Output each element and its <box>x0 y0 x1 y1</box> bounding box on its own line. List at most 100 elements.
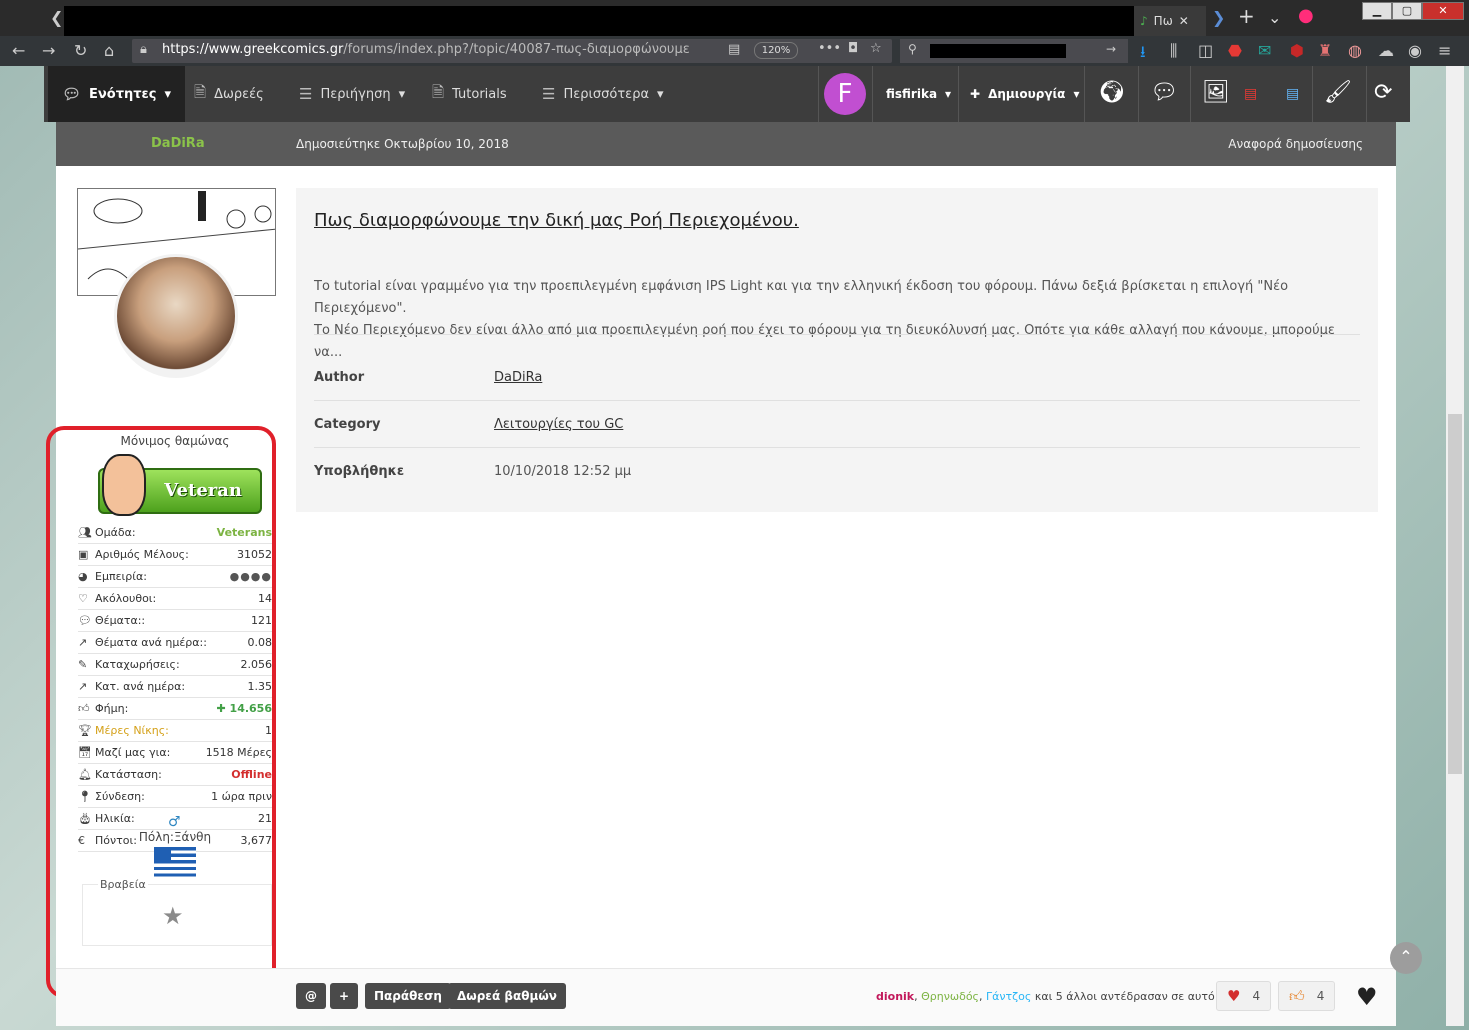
search-box[interactable]: ⚲ → <box>900 39 1128 63</box>
nav-donations[interactable]: 🗎 Δωρεές <box>194 66 264 122</box>
pie-chart-icon: ◕ <box>78 570 88 583</box>
bookmark-star-icon[interactable]: ☆ <box>870 41 882 56</box>
stat-value: 31052 <box>237 548 272 561</box>
library-icon[interactable]: ⫼ <box>1170 41 1177 61</box>
url-path: /forums/index.php?/topic/40087-πως-διαμο… <box>343 42 690 57</box>
stat-label: Φήμη: <box>95 702 129 715</box>
stat-value: 0.08 <box>247 636 273 649</box>
thumb-reaction-count[interactable]: 👍︎ 4 <box>1278 981 1336 1011</box>
post-author-link[interactable]: DaDiRa <box>151 136 205 151</box>
adblock-icon[interactable]: ⬣ <box>1228 41 1242 60</box>
stat-value[interactable]: Veterans <box>217 526 272 539</box>
mention-button[interactable]: @ <box>296 983 326 1009</box>
stat-label: Θέματα ανά ημέρα:: <box>95 636 207 649</box>
quote-button[interactable]: Παράθεση <box>365 983 451 1009</box>
reactor-link[interactable]: Θρηνωδός <box>921 990 979 1003</box>
close-tab-icon[interactable]: ✕ <box>1179 14 1189 28</box>
nav-tutorials[interactable]: 🗎 Tutorials <box>432 66 507 122</box>
greek-flag-icon[interactable]: ▤ <box>1286 86 1299 102</box>
divider <box>1138 66 1139 122</box>
post-date: Δημοσιεύτηκε Οκτωβρίου 10, 2018 <box>296 137 509 151</box>
nav-more[interactable]: ☰ Περισσότερα ▾ <box>542 66 664 122</box>
tab-scroll-right-icon[interactable]: ❯ <box>1212 8 1225 27</box>
create-menu[interactable]: ✚ Δημιουργία ▾ <box>970 66 1079 122</box>
lock-icon: 🔒︎ <box>140 42 147 57</box>
pocket-icon[interactable]: ◘ <box>848 41 858 56</box>
react-heart-icon[interactable]: ♥ <box>1356 983 1378 1011</box>
tab-list-icon[interactable]: ⌄ <box>1268 8 1281 27</box>
menu-icon[interactable]: ≡ <box>1438 41 1451 60</box>
page-scrollbar[interactable] <box>1446 66 1464 1026</box>
caret-down-icon: ▾ <box>164 86 172 102</box>
meta-author-link[interactable]: DaDiRa <box>494 370 542 385</box>
cloud-icon[interactable]: ☁ <box>1378 41 1394 60</box>
divider <box>872 66 873 122</box>
nav-sections[interactable]: 💬︎ Ενότητες ▾ <box>48 66 186 122</box>
user-avatar[interactable]: F <box>824 73 866 115</box>
reactor-link[interactable]: Γάντζος <box>986 990 1031 1003</box>
globe-icon[interactable]: 🌍︎ <box>1098 80 1126 105</box>
multiquote-button[interactable]: + <box>330 983 359 1009</box>
maximize-button[interactable]: ▢ <box>1392 2 1422 20</box>
extension-icon[interactable]: ♜ <box>1318 41 1332 60</box>
url-bar[interactable]: 🔒︎ https://www.greekcomics.gr/forums/ind… <box>132 39 892 63</box>
download-icon[interactable]: ⭳ <box>1140 41 1146 68</box>
donate-points-button[interactable]: Δωρεά βαθμών <box>448 983 566 1009</box>
account-icon[interactable]: ◉ <box>1408 41 1422 60</box>
reload-icon[interactable]: ↻ <box>74 41 87 60</box>
sidebar-icon[interactable]: ◫ <box>1198 41 1213 60</box>
messages-icon[interactable]: 💬︎ <box>1150 80 1178 105</box>
user-avatar-photo[interactable] <box>114 254 238 378</box>
nav-browse[interactable]: ☰ Περιήγηση ▾ <box>299 66 405 122</box>
reactors-suffix[interactable]: και 5 άλλοι αντέδρασαν σε αυτό <box>1035 990 1215 1003</box>
forward-icon[interactable]: → <box>42 41 55 60</box>
stat-label: Θέματα:: <box>95 614 146 627</box>
meta-key: Υποβλήθηκε <box>314 463 405 479</box>
stat-value: 21 <box>258 812 272 825</box>
close-window-button[interactable]: ✕ <box>1422 2 1464 20</box>
stat-label: Μαζί μας για: <box>95 746 171 759</box>
post-action-bar: @ + Παράθεση Δωρεά βαθμών dionik, Θρηνωδ… <box>56 968 1396 1026</box>
award-star-icon[interactable]: ★ <box>162 902 184 930</box>
site-favicon-icon: ♪ <box>1140 14 1148 28</box>
reactor-link[interactable]: dionik <box>876 990 914 1003</box>
divider <box>1084 66 1085 122</box>
extension-globe-icon[interactable]: ◍ <box>1348 41 1362 60</box>
stat-value: 1518 Μέρες <box>205 746 272 759</box>
extension-mail-icon[interactable]: ✉ <box>1258 41 1271 60</box>
stat-value: 1 <box>265 724 272 737</box>
report-post-link[interactable]: Αναφορά δημοσίευσης <box>1228 137 1363 151</box>
scrollbar-thumb[interactable] <box>1448 414 1462 774</box>
user-stats: 👥︎ Ομάδα: Veterans ▣ Αριθμός Μέλους: 31052… <box>78 522 272 852</box>
gallery-icon[interactable]: 🖼︎ <box>1202 80 1230 105</box>
caret-down-icon: ▾ <box>1073 87 1080 101</box>
new-tab-icon[interactable]: + <box>1238 4 1255 28</box>
minimize-button[interactable]: ▁ <box>1362 2 1392 20</box>
topic-title-link[interactable]: Πως διαμορφώνουμε την δική μας Ροή Περιε… <box>314 210 799 231</box>
caret-down-icon: ▾ <box>945 87 952 101</box>
extension-dot-icon[interactable]: ● <box>1298 5 1314 26</box>
stat-label: Αριθμός Μέλους: <box>95 548 189 561</box>
active-tab[interactable]: ♪ Πω ✕ <box>1134 6 1206 36</box>
zoom-indicator[interactable]: 120% <box>754 42 798 59</box>
heart-reaction-count[interactable]: ♥ 4 <box>1216 981 1272 1011</box>
user-menu[interactable]: fisfirika ▾ <box>886 66 951 122</box>
us-flag-icon[interactable]: ▤ <box>1244 86 1257 102</box>
page-actions-icon[interactable]: ••• <box>818 41 841 56</box>
ublock-icon[interactable]: ⬢ <box>1290 41 1304 60</box>
paintbrush-icon[interactable]: 🖌︎ <box>1324 80 1352 105</box>
create-label: Δημιουργία <box>988 87 1066 101</box>
caret-down-icon: ▾ <box>398 86 406 102</box>
topic-summary: Το tutorial είναι γραμμένο για την προεπ… <box>314 276 1364 364</box>
reaction-count: 4 <box>1316 989 1325 1003</box>
back-icon[interactable]: ← <box>12 41 25 60</box>
search-go-icon[interactable]: → <box>1106 42 1116 56</box>
meta-category-link[interactable]: Λειτουργίες του GC <box>494 417 623 432</box>
heart-icon: ♥ <box>1227 987 1241 1005</box>
reader-view-icon[interactable]: ▤ <box>728 42 740 57</box>
home-icon[interactable]: ⌂ <box>104 41 114 60</box>
user-city: Πόλη:Ξάνθη <box>138 830 212 844</box>
refresh-icon[interactable]: ⟳ <box>1374 80 1392 105</box>
tab-scroll-left-icon[interactable]: ❮ <box>50 8 64 30</box>
scroll-to-top-button[interactable]: ⌃ <box>1390 942 1422 974</box>
